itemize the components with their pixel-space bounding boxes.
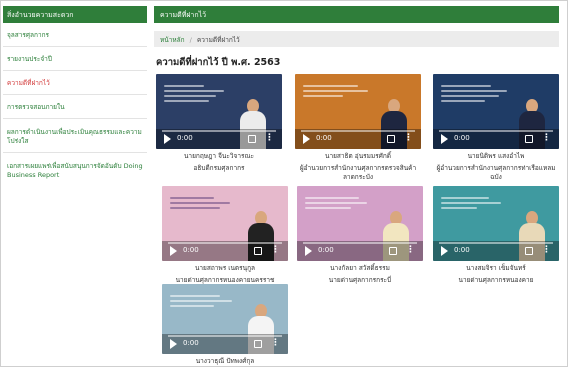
video-caption-name: นายสาธิต อุ่นรมมรศักดิ์ <box>325 152 391 160</box>
main-content: ความดีที่ฝากไว้ หน้าหลัก / ความดีที่ฝากไ… <box>154 6 559 365</box>
video-controls: 0:00 ⋮ <box>156 129 282 149</box>
volume-icon[interactable] <box>254 247 262 255</box>
video-time: 0:00 <box>318 246 334 254</box>
video-caption-name: นายสถาพร เนตรนุกูล <box>194 264 256 272</box>
sidebar-item-internal-audit[interactable]: การตรวจสอบภายใน <box>3 95 147 119</box>
video-caption-title: อธิบดีกรมศุลกากร <box>193 164 245 172</box>
section-title: ความดีที่ฝากไว้ ปี พ.ศ. 2563 <box>156 57 281 68</box>
progress-bar[interactable] <box>301 130 415 132</box>
progress-bar[interactable] <box>168 335 282 337</box>
video-controls: 0:00 ⋮ <box>433 129 559 149</box>
thumb-text-decoration <box>170 194 240 212</box>
video-caption-name: นางวาธุณี ปัทพงศ์กุล <box>195 357 255 365</box>
video-player[interactable]: 0:00 ⋮ <box>297 186 423 261</box>
video-controls: 0:00 ⋮ <box>162 334 288 354</box>
volume-icon[interactable] <box>525 247 533 255</box>
video-time: 0:00 <box>177 134 193 142</box>
play-icon[interactable] <box>164 134 171 144</box>
play-icon[interactable] <box>170 246 177 256</box>
video-player[interactable]: 0:00 ⋮ <box>156 74 282 149</box>
video-player[interactable]: 0:00 ⋮ <box>433 186 559 261</box>
video-controls: 0:00 ⋮ <box>295 129 421 149</box>
video-card: 0:00 ⋮ นางกัลยา สวัสดิ์ธรรม นายด่านศุลกา… <box>297 186 423 285</box>
progress-bar[interactable] <box>303 242 417 244</box>
more-options-icon[interactable]: ⋮ <box>406 244 415 256</box>
video-caption-name: นางสมจิรา เข็มจันทร์ <box>466 264 526 272</box>
video-controls: 0:00 ⋮ <box>433 241 559 261</box>
video-time: 0:00 <box>316 134 332 142</box>
thumb-text-decoration <box>305 194 375 212</box>
page-header: ความดีที่ฝากไว้ <box>154 6 559 23</box>
video-card: 0:00 ⋮ นายนิติพร แสงอำไพ ผู้อำนวยการสำนั… <box>433 74 559 182</box>
volume-icon[interactable] <box>389 247 397 255</box>
thumb-text-decoration <box>170 292 240 310</box>
volume-icon[interactable] <box>254 340 262 348</box>
thumb-text-decoration <box>441 82 511 105</box>
progress-bar[interactable] <box>439 130 553 132</box>
more-options-icon[interactable]: ⋮ <box>542 132 551 144</box>
video-card: 0:00 ⋮ นางวาธุณี ปัทพงศ์กุล <box>162 284 288 366</box>
video-caption-name: นายนิติพร แสงอำไพ <box>467 152 525 160</box>
sidebar-item-newsletter[interactable]: จุลสารศุลกากร <box>3 23 147 47</box>
progress-bar[interactable] <box>162 130 276 132</box>
play-icon[interactable] <box>305 246 312 256</box>
breadcrumb-home[interactable]: หน้าหลัก <box>160 36 185 44</box>
video-player[interactable]: 0:00 ⋮ <box>162 186 288 261</box>
thumb-text-decoration <box>164 82 234 105</box>
breadcrumb-separator: / <box>189 36 192 44</box>
video-time: 0:00 <box>183 339 199 347</box>
breadcrumb: หน้าหลัก / ความดีที่ฝากไว้ <box>154 31 559 47</box>
video-caption-name: นางกัลยา สวัสดิ์ธรรม <box>330 264 390 272</box>
video-controls: 0:00 ⋮ <box>162 241 288 261</box>
volume-icon[interactable] <box>248 135 256 143</box>
video-time: 0:00 <box>183 246 199 254</box>
progress-bar[interactable] <box>168 242 282 244</box>
play-icon[interactable] <box>303 134 310 144</box>
video-card: 0:00 ⋮ นายสาธิต อุ่นรมมรศักดิ์ ผู้อำนวยก… <box>295 74 421 182</box>
more-options-icon[interactable]: ⋮ <box>542 244 551 256</box>
volume-icon[interactable] <box>387 135 395 143</box>
volume-icon[interactable] <box>525 135 533 143</box>
progress-bar[interactable] <box>439 242 553 244</box>
more-options-icon[interactable]: ⋮ <box>271 337 280 349</box>
breadcrumb-current: ความดีที่ฝากไว้ <box>196 36 240 44</box>
video-caption-title: ผู้อำนวยการสำนักงานศุลกากรตรวจสินค้าลาดก… <box>299 164 417 181</box>
video-controls: 0:00 ⋮ <box>297 241 423 261</box>
video-caption-title: ผู้อำนวยการสำนักงานศุลกากรท่าเรือแหลมฉบั… <box>436 164 556 181</box>
thumb-text-decoration <box>303 82 373 100</box>
sidebar: สิ่งอำนวยความสะดวก จุลสารศุลกากร รายงานป… <box>3 6 147 186</box>
video-caption-title: นายด่านศุลกากรหนองคาย <box>458 276 534 284</box>
sidebar-item-good-deeds[interactable]: ความดีที่ฝากไว้ <box>3 71 147 95</box>
video-caption-name: นายกฤษฎา จีนะวิจารณะ <box>183 152 254 160</box>
sidebar-title: สิ่งอำนวยความสะดวก <box>3 6 147 23</box>
thumb-text-decoration <box>441 194 511 212</box>
video-player[interactable]: 0:00 ⋮ <box>162 284 288 354</box>
video-time: 0:00 <box>454 134 470 142</box>
play-icon[interactable] <box>441 246 448 256</box>
video-caption-title: นายด่านศุลกากรกระบี่ <box>328 276 392 284</box>
video-card: 0:00 ⋮ นางสมจิรา เข็มจันทร์ นายด่านศุลกา… <box>433 186 559 285</box>
video-player[interactable]: 0:00 ⋮ <box>295 74 421 149</box>
play-icon[interactable] <box>170 339 177 349</box>
video-card: 0:00 ⋮ นายกฤษฎา จีนะวิจารณะ อธิบดีกรมศุล… <box>156 74 282 173</box>
video-player[interactable]: 0:00 ⋮ <box>433 74 559 149</box>
sidebar-item-integrity-results[interactable]: ผลการดำเนินงานเพื่อประเมินคุณธรรมและความ… <box>3 119 147 153</box>
sidebar-item-doing-business[interactable]: เอกสารเผยแพร่เพื่อสนับสนุนการจัดอันดับ D… <box>3 153 147 186</box>
more-options-icon[interactable]: ⋮ <box>404 132 413 144</box>
video-time: 0:00 <box>454 246 470 254</box>
more-options-icon[interactable]: ⋮ <box>271 244 280 256</box>
play-icon[interactable] <box>441 134 448 144</box>
sidebar-item-annual-report[interactable]: รายงานประจำปี <box>3 47 147 71</box>
more-options-icon[interactable]: ⋮ <box>265 132 274 144</box>
video-card: 0:00 ⋮ นายสถาพร เนตรนุกูล นายด่านศุลกากร… <box>162 186 288 285</box>
